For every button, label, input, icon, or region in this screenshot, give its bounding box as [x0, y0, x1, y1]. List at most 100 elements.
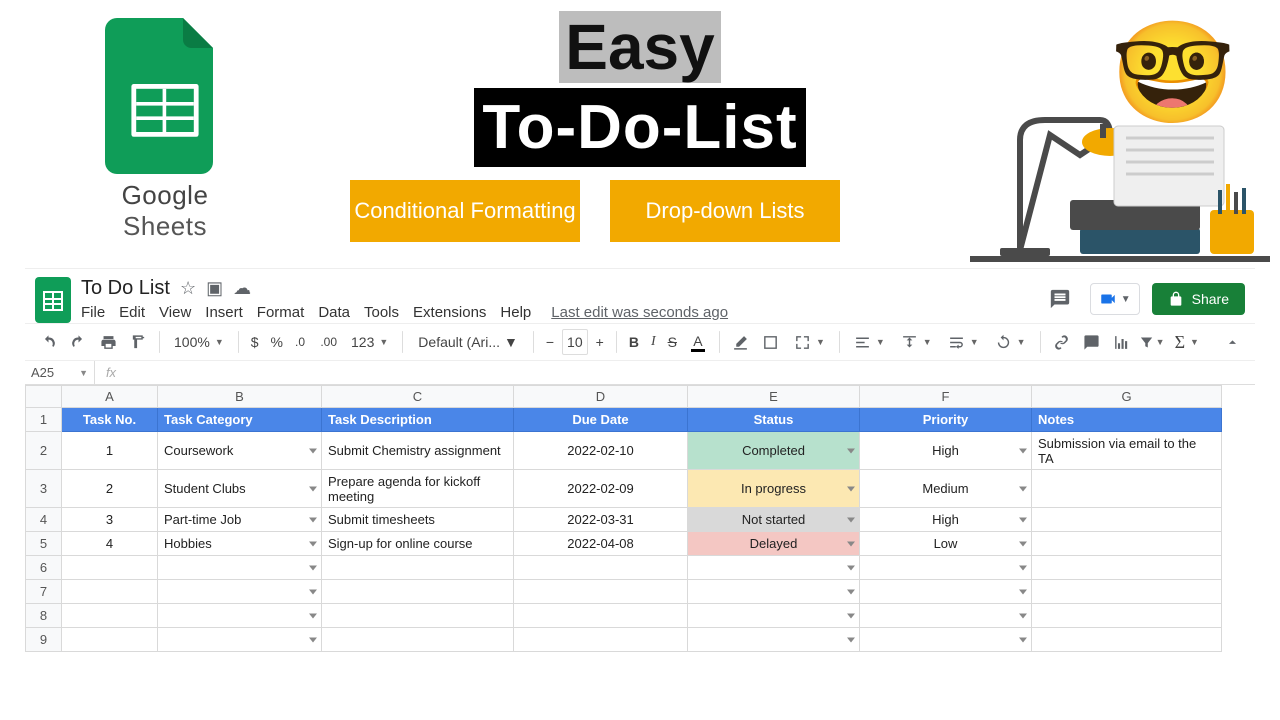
- cell[interactable]: [688, 556, 860, 580]
- col-header-A[interactable]: A: [62, 386, 158, 408]
- comment-icon[interactable]: [1079, 329, 1105, 355]
- dropdown-arrow-icon[interactable]: [847, 637, 855, 642]
- star-icon[interactable]: ☆: [180, 278, 196, 299]
- filter-icon[interactable]: ▼: [1139, 329, 1165, 355]
- dropdown-arrow-icon[interactable]: [309, 613, 317, 618]
- cell[interactable]: Delayed: [688, 532, 860, 556]
- menu-data[interactable]: Data: [318, 304, 350, 321]
- strike-icon[interactable]: S: [664, 329, 681, 355]
- rotate-icon[interactable]: ▼: [989, 329, 1032, 355]
- menu-extensions[interactable]: Extensions: [413, 304, 486, 321]
- cell[interactable]: Submit Chemistry assignment: [322, 432, 514, 470]
- cell[interactable]: [860, 556, 1032, 580]
- spreadsheet-grid[interactable]: ABCDEFG 1Task No.Task CategoryTask Descr…: [25, 385, 1255, 652]
- cell[interactable]: In progress: [688, 470, 860, 508]
- cell[interactable]: Hobbies: [158, 532, 322, 556]
- cell[interactable]: High: [860, 508, 1032, 532]
- header-cell[interactable]: Notes: [1032, 408, 1222, 432]
- col-header-G[interactable]: G: [1032, 386, 1222, 408]
- dropdown-arrow-icon[interactable]: [847, 517, 855, 522]
- collapse-toolbar-icon[interactable]: [1219, 329, 1245, 355]
- cell[interactable]: 2: [62, 470, 158, 508]
- zoom-select[interactable]: 100%▼: [168, 329, 230, 355]
- dropdown-arrow-icon[interactable]: [309, 589, 317, 594]
- functions-icon[interactable]: Σ▼: [1169, 329, 1205, 355]
- cell[interactable]: [1032, 508, 1222, 532]
- cell[interactable]: [860, 604, 1032, 628]
- font-size-increase[interactable]: +: [592, 329, 608, 355]
- dropdown-arrow-icon[interactable]: [1019, 589, 1027, 594]
- cell[interactable]: Medium: [860, 470, 1032, 508]
- cell[interactable]: 2022-04-08: [514, 532, 688, 556]
- cell[interactable]: [322, 628, 514, 652]
- dropdown-arrow-icon[interactable]: [309, 565, 317, 570]
- menu-tools[interactable]: Tools: [364, 304, 399, 321]
- header-cell[interactable]: Task Description: [322, 408, 514, 432]
- move-icon[interactable]: ▣: [206, 278, 223, 299]
- cell[interactable]: [322, 580, 514, 604]
- col-header-E[interactable]: E: [688, 386, 860, 408]
- cell[interactable]: [1032, 470, 1222, 508]
- cell[interactable]: [688, 628, 860, 652]
- cell[interactable]: [514, 628, 688, 652]
- cell[interactable]: [860, 580, 1032, 604]
- select-all-cell[interactable]: [26, 386, 62, 408]
- col-header-D[interactable]: D: [514, 386, 688, 408]
- menu-view[interactable]: View: [159, 304, 191, 321]
- doc-title[interactable]: To Do List: [81, 277, 170, 300]
- cell[interactable]: 4: [62, 532, 158, 556]
- dropdown-arrow-icon[interactable]: [309, 486, 317, 491]
- cell[interactable]: Submission via email to the TA: [1032, 432, 1222, 470]
- dropdown-arrow-icon[interactable]: [847, 486, 855, 491]
- row-header[interactable]: 5: [26, 532, 62, 556]
- cell[interactable]: [1032, 604, 1222, 628]
- chart-icon[interactable]: [1109, 329, 1135, 355]
- cell[interactable]: [1032, 628, 1222, 652]
- cell[interactable]: [514, 604, 688, 628]
- cell[interactable]: [158, 580, 322, 604]
- row-header[interactable]: 3: [26, 470, 62, 508]
- row-header[interactable]: 4: [26, 508, 62, 532]
- cell[interactable]: [158, 604, 322, 628]
- header-cell[interactable]: Status: [688, 408, 860, 432]
- number-format-select[interactable]: 123▼: [345, 329, 394, 355]
- dropdown-arrow-icon[interactable]: [847, 541, 855, 546]
- cell[interactable]: Completed: [688, 432, 860, 470]
- col-header-C[interactable]: C: [322, 386, 514, 408]
- sheets-doc-icon[interactable]: [35, 277, 71, 323]
- dropdown-arrow-icon[interactable]: [847, 589, 855, 594]
- header-cell[interactable]: Task Category: [158, 408, 322, 432]
- cloud-saved-icon[interactable]: ☁: [233, 278, 251, 299]
- header-cell[interactable]: Priority: [860, 408, 1032, 432]
- name-box[interactable]: A25▼: [25, 361, 95, 384]
- paint-format-icon[interactable]: [125, 329, 151, 355]
- merge-cells-icon[interactable]: ▼: [788, 329, 831, 355]
- decrease-decimal-icon[interactable]: .0: [291, 329, 312, 355]
- borders-icon[interactable]: [758, 329, 784, 355]
- cell[interactable]: Student Clubs: [158, 470, 322, 508]
- comments-icon[interactable]: [1042, 283, 1078, 315]
- dropdown-arrow-icon[interactable]: [1019, 565, 1027, 570]
- italic-icon[interactable]: I: [647, 329, 660, 355]
- cell[interactable]: [1032, 556, 1222, 580]
- row-header[interactable]: 7: [26, 580, 62, 604]
- dropdown-arrow-icon[interactable]: [309, 541, 317, 546]
- col-header-B[interactable]: B: [158, 386, 322, 408]
- cell[interactable]: [322, 556, 514, 580]
- cell[interactable]: [514, 580, 688, 604]
- cell[interactable]: [688, 604, 860, 628]
- row-header[interactable]: 1: [26, 408, 62, 432]
- v-align-icon[interactable]: ▼: [895, 329, 938, 355]
- cell[interactable]: 2022-02-10: [514, 432, 688, 470]
- dropdown-arrow-icon[interactable]: [1019, 613, 1027, 618]
- cell[interactable]: [62, 580, 158, 604]
- cell[interactable]: [860, 628, 1032, 652]
- menu-insert[interactable]: Insert: [205, 304, 243, 321]
- share-button[interactable]: Share: [1152, 283, 1245, 315]
- dropdown-arrow-icon[interactable]: [1019, 448, 1027, 453]
- cell[interactable]: [158, 556, 322, 580]
- cell[interactable]: Part-time Job: [158, 508, 322, 532]
- row-header[interactable]: 2: [26, 432, 62, 470]
- cell[interactable]: [322, 604, 514, 628]
- percent-icon[interactable]: %: [267, 329, 287, 355]
